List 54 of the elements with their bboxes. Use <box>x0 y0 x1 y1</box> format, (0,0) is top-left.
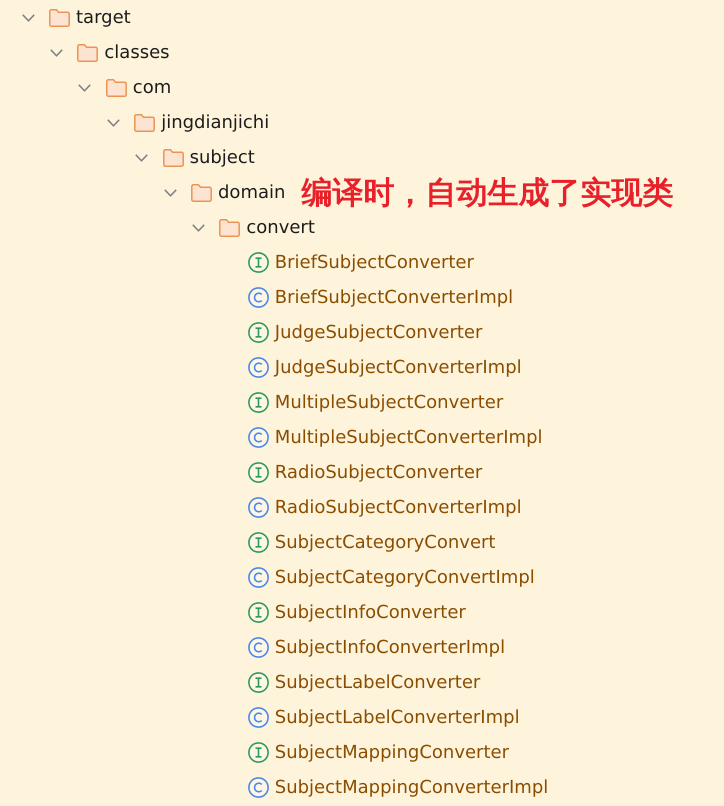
class-name[interactable]: MultipleSubjectConverterImpl <box>274 426 543 448</box>
circled-i-icon <box>248 392 269 413</box>
chevron-down-icon[interactable] <box>135 154 148 162</box>
chevron-down-icon[interactable] <box>50 48 63 56</box>
circled-i-icon <box>248 462 269 483</box>
circled-c-icon <box>248 567 269 588</box>
folder-name[interactable]: convert <box>246 216 315 238</box>
circled-i-icon <box>248 532 269 553</box>
class-name[interactable]: SubjectMappingConverterImpl <box>274 776 548 798</box>
chevron-down-icon[interactable] <box>192 224 205 232</box>
class-name[interactable]: SubjectInfoConverter <box>274 602 466 624</box>
folder-name[interactable]: subject <box>190 146 255 168</box>
folder-name[interactable]: classes <box>104 42 170 64</box>
folder-icon <box>191 184 212 202</box>
circled-i-icon <box>248 742 269 763</box>
circled-c-icon <box>248 637 269 658</box>
folder-name[interactable]: domain <box>218 182 286 204</box>
class-name[interactable]: SubjectLabelConverter <box>274 672 480 694</box>
class-name[interactable]: JudgeSubjectConverter <box>274 322 482 344</box>
class-name[interactable]: SubjectLabelConverterImpl <box>274 706 520 728</box>
folder-name[interactable]: target <box>76 6 131 28</box>
folder-icon <box>77 44 98 62</box>
class-name[interactable]: BriefSubjectConverter <box>274 252 474 274</box>
folder-icon <box>162 148 184 166</box>
class-name[interactable]: BriefSubjectConverterImpl <box>274 286 514 308</box>
chevron-down-icon[interactable] <box>164 188 176 196</box>
class-name[interactable]: SubjectMappingConverter <box>274 742 509 764</box>
class-name[interactable]: SubjectInfoConverterImpl <box>274 636 506 658</box>
circled-i-icon <box>248 602 269 623</box>
folder-icon <box>49 8 70 26</box>
folder-name[interactable]: com <box>132 76 172 98</box>
folder-icon <box>219 218 240 236</box>
folder-icon <box>134 114 156 132</box>
circled-i-icon <box>248 672 269 693</box>
circled-c-icon <box>248 287 269 308</box>
circled-c-icon <box>248 707 269 728</box>
class-name[interactable]: RadioSubjectConverter <box>274 462 482 484</box>
annotation-text: 编译时，自动生成了实现类 <box>301 174 674 210</box>
class-name[interactable]: JudgeSubjectConverterImpl <box>274 356 522 378</box>
circled-c-icon <box>248 497 269 518</box>
chevron-down-icon[interactable] <box>106 118 120 126</box>
folder-name[interactable]: jingdianjichi <box>161 112 270 134</box>
circled-c-icon <box>248 777 269 798</box>
class-name[interactable]: MultipleSubjectConverter <box>274 392 504 414</box>
circled-i-icon <box>248 252 269 273</box>
circled-i-icon <box>248 322 269 343</box>
circled-c-icon <box>248 427 269 448</box>
chevron-down-icon[interactable] <box>22 14 34 22</box>
circled-c-icon <box>248 357 269 378</box>
folder-icon <box>106 78 127 96</box>
class-name[interactable]: SubjectCategoryConvert <box>274 532 496 554</box>
class-name[interactable]: RadioSubjectConverterImpl <box>274 496 522 518</box>
chevron-down-icon[interactable] <box>78 84 92 92</box>
class-name[interactable]: SubjectCategoryConvertImpl <box>274 566 535 588</box>
